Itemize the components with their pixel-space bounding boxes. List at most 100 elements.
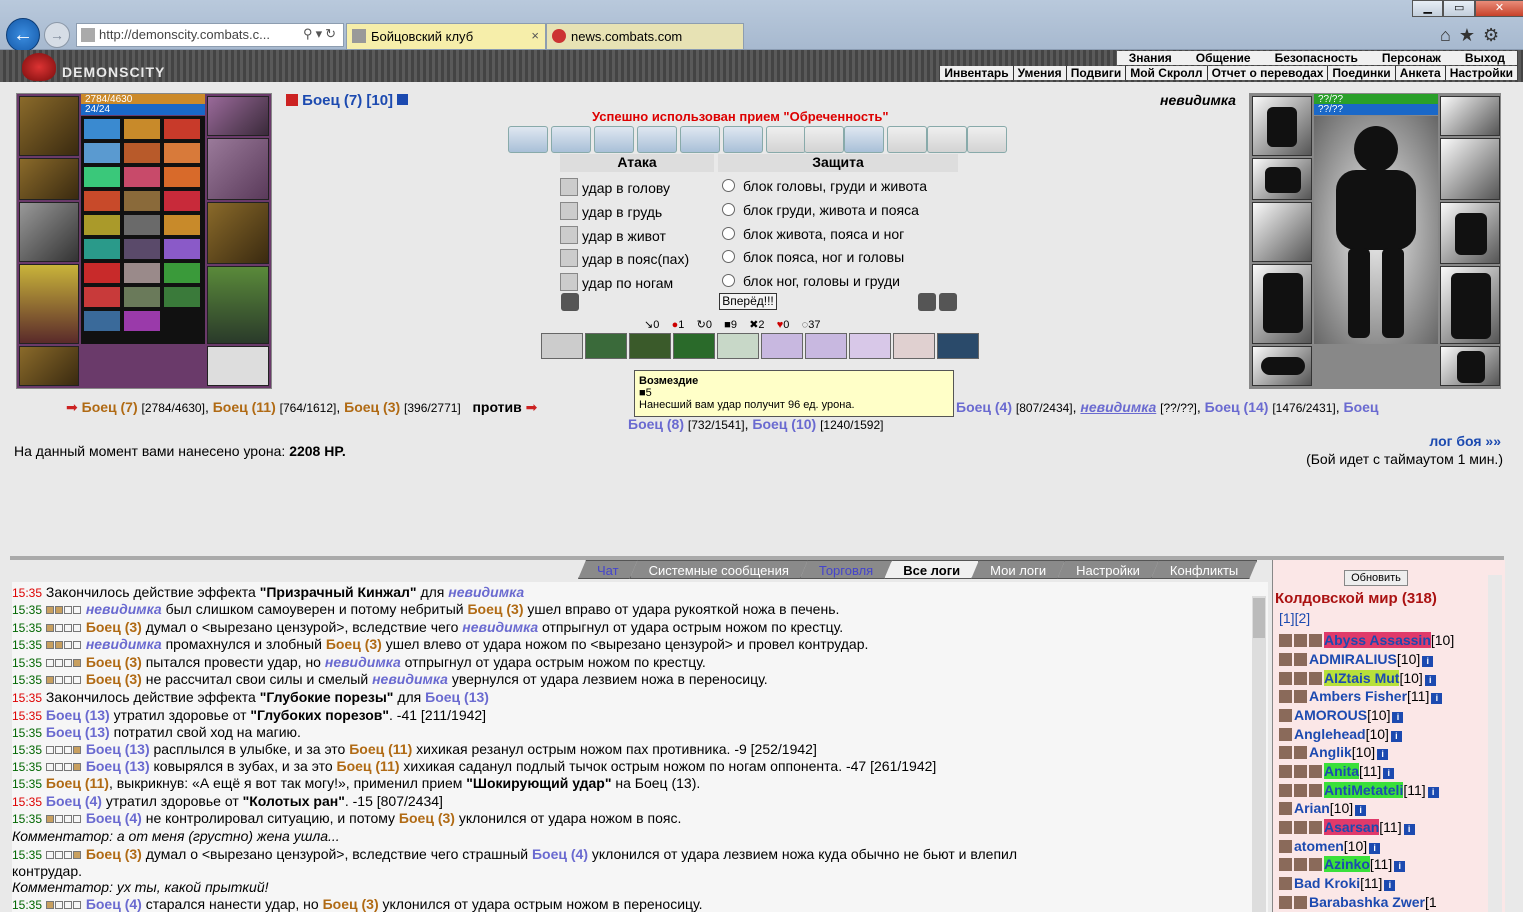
submenu-duels[interactable]: Поединки	[1328, 66, 1396, 80]
item-slot[interactable]	[83, 142, 121, 164]
online-user[interactable]: Asarsan[11] i	[1279, 819, 1415, 835]
armor-slot[interactable]	[19, 264, 79, 344]
fighter-link[interactable]: Боец (10)	[752, 416, 816, 432]
helmet-slot[interactable]	[19, 96, 79, 156]
defense-option-4[interactable]: блок пояса, ног и головы	[722, 249, 904, 265]
item-slot[interactable]	[83, 238, 121, 260]
close-icon[interactable]: ✕	[1474, 0, 1523, 17]
online-user[interactable]: Arian[10] i	[1279, 800, 1367, 816]
auto-icon[interactable]	[939, 293, 957, 311]
submenu-achievements[interactable]: Подвиги	[1067, 66, 1127, 80]
skill-slot[interactable]	[541, 333, 583, 359]
tab-system[interactable]: Системные сообщения	[630, 560, 808, 579]
attack-option-groin[interactable]: удар в пояс(пах)	[560, 249, 689, 267]
attack-option-stomach[interactable]: удар в живот	[560, 226, 666, 244]
refresh-icon[interactable]	[918, 293, 936, 311]
online-user[interactable]: atomen[10] i	[1279, 838, 1381, 854]
bracer-slot[interactable]	[19, 158, 79, 200]
tab-all-logs[interactable]: Все логи	[884, 560, 979, 579]
defense-option-3[interactable]: блок живота, пояса и ног	[722, 226, 904, 242]
skill-slot[interactable]	[849, 333, 891, 359]
item-slot[interactable]	[123, 142, 161, 164]
scroll-slot[interactable]	[594, 126, 634, 153]
weapon-slot[interactable]	[19, 202, 79, 262]
fighter-link[interactable]: Боец (7)	[82, 399, 138, 415]
online-user[interactable]: Ambers Fisher[11] i	[1279, 688, 1443, 704]
tab-chat[interactable]: Чат	[578, 560, 638, 579]
menu-communication[interactable]: Общение	[1184, 51, 1263, 65]
item-slot[interactable]	[163, 238, 201, 260]
online-user[interactable]: Anglehead[10] i	[1279, 726, 1402, 742]
submenu-skills[interactable]: Умения	[1014, 66, 1067, 80]
submenu-settings[interactable]: Настройки	[1446, 66, 1517, 80]
item-slot[interactable]	[83, 310, 121, 332]
item-slot[interactable]	[123, 166, 161, 188]
scroll-slot[interactable]	[844, 126, 884, 153]
back-icon[interactable]: ←	[6, 18, 40, 52]
go-button[interactable]: Вперёд!!!	[719, 293, 777, 310]
online-user[interactable]: AIZtais Mut[10] i	[1279, 670, 1436, 686]
belt-slot[interactable]	[19, 346, 79, 386]
fighter-link[interactable]: Боец (11)	[213, 399, 276, 415]
tab-my-logs[interactable]: Мои логи	[971, 560, 1065, 579]
online-list-scrollbar[interactable]	[1488, 575, 1502, 912]
menu-exit[interactable]: Выход	[1453, 51, 1517, 65]
search-icon[interactable]: ⚲▾↻	[303, 26, 339, 42]
scroll-slot[interactable]	[551, 126, 591, 153]
log-scrollbar[interactable]	[1252, 596, 1266, 912]
fighter-link[interactable]: Боец (4)	[956, 399, 1012, 415]
item-slot[interactable]	[123, 190, 161, 212]
menu-knowledge[interactable]: Знания	[1117, 51, 1184, 65]
fighter-link[interactable]: невидимка	[1080, 399, 1156, 415]
shield-icon[interactable]	[561, 293, 579, 311]
scroll-slot[interactable]	[508, 126, 548, 153]
item-slot[interactable]	[123, 262, 161, 284]
item-slot[interactable]	[83, 118, 121, 140]
fighter-link[interactable]: Боец (14)	[1205, 399, 1269, 415]
defense-option-2[interactable]: блок груди, живота и пояса	[722, 202, 919, 218]
earring-slot[interactable]	[207, 96, 269, 136]
menu-character[interactable]: Персонаж	[1370, 51, 1453, 65]
online-user[interactable]: Barabashka Zwer[1	[1279, 894, 1437, 910]
item-slot[interactable]	[163, 166, 201, 188]
attack-option-legs[interactable]: удар по ногам	[560, 273, 673, 291]
skill-slot[interactable]	[893, 333, 935, 359]
item-slot[interactable]	[163, 190, 201, 212]
attack-option-head[interactable]: удар в голову	[560, 178, 670, 196]
online-user[interactable]: Bad Kroki[11] i	[1279, 875, 1396, 891]
home-icon[interactable]: ⌂	[1440, 25, 1459, 45]
item-slot[interactable]	[163, 142, 201, 164]
scroll-slot[interactable]	[637, 126, 677, 153]
item-slot[interactable]	[83, 214, 121, 236]
skill-slot[interactable]	[585, 333, 627, 359]
item-slot[interactable]	[83, 190, 121, 212]
skill-slot[interactable]	[629, 333, 671, 359]
defense-option-5[interactable]: блок ног, головы и груди	[722, 273, 900, 289]
battle-log-link[interactable]: лог боя »»	[1429, 433, 1501, 449]
online-user[interactable]: Azinko[11] i	[1279, 856, 1406, 872]
item-slot[interactable]	[163, 214, 201, 236]
tab-conflicts[interactable]: Конфликты	[1151, 560, 1257, 579]
star-icon[interactable]: ★	[1459, 25, 1483, 45]
maximize-icon[interactable]: ▭	[1443, 0, 1475, 17]
skill-slot[interactable]	[761, 333, 803, 359]
ring-slot[interactable]	[207, 138, 269, 200]
scroll-slot[interactable]	[680, 126, 720, 153]
online-user[interactable]: AMOROUS[10] i	[1279, 707, 1404, 723]
tab-settings[interactable]: Настройки	[1057, 560, 1159, 579]
fighter-link[interactable]: Боец (8)	[628, 416, 684, 432]
online-user[interactable]: AntiMetateli[11] i	[1279, 782, 1439, 798]
item-slot[interactable]	[83, 262, 121, 284]
minimize-icon[interactable]: ▁	[1412, 0, 1444, 17]
skill-slot[interactable]	[805, 333, 847, 359]
submenu-profile[interactable]: Анкета	[1396, 66, 1446, 80]
browser-tab-news[interactable]: news.combats.com	[546, 23, 744, 49]
address-bar[interactable]: http://demonscity.combats.c... ⚲▾↻	[76, 23, 344, 47]
gear-icon[interactable]: ⚙	[1483, 25, 1507, 45]
online-user[interactable]: Anglik[10] i	[1279, 744, 1389, 760]
attack-option-chest[interactable]: удар в грудь	[560, 202, 662, 220]
skill-slot[interactable]	[673, 333, 715, 359]
item-slot[interactable]	[123, 310, 161, 332]
browser-tab-combats[interactable]: Бойцовский клуб ×	[346, 23, 546, 49]
info-icon[interactable]	[397, 94, 409, 105]
